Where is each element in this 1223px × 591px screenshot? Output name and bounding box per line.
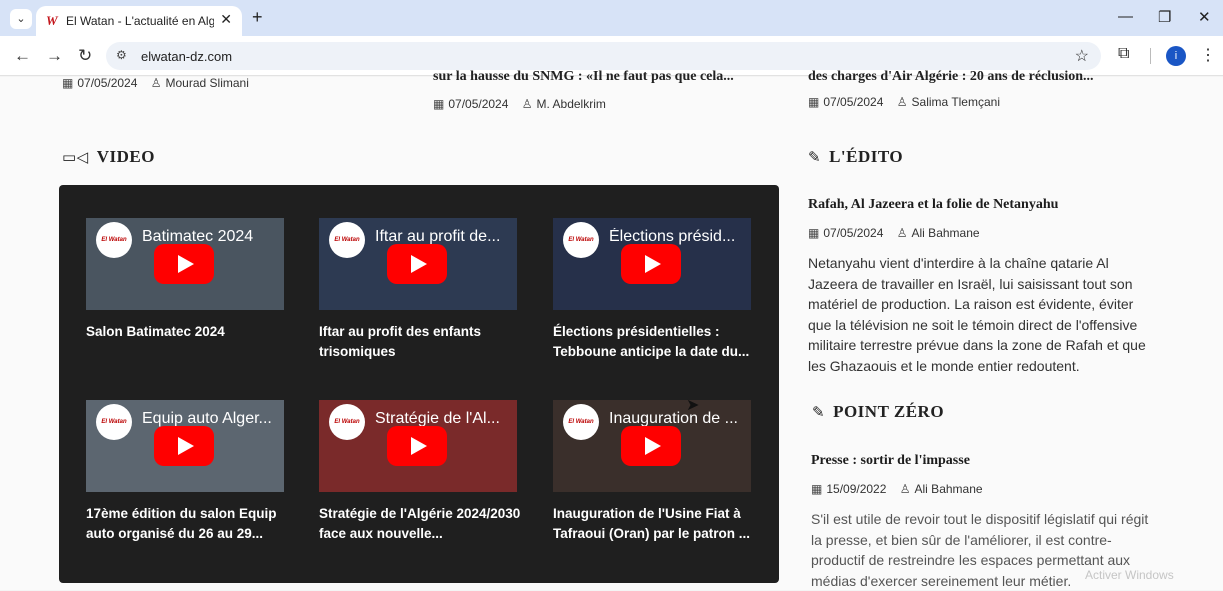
new-tab-icon[interactable]: + <box>252 7 263 28</box>
article-date: 07/05/2024 <box>823 226 884 240</box>
elwatan-logo: El Watan <box>96 222 132 258</box>
windows-activation-watermark: Activer Windows <box>1085 568 1174 582</box>
article-author[interactable]: Ali Bahmane <box>912 226 980 240</box>
calendar-icon: ▦ <box>433 97 445 111</box>
video-caption[interactable]: Salon Batimatec 2024 <box>86 322 296 342</box>
user-icon: ♙ <box>896 95 908 109</box>
video-camera-icon: ▭◁ <box>62 148 89 166</box>
video-caption[interactable]: 17ème édition du salon Equip auto organi… <box>86 504 296 544</box>
profile-avatar[interactable]: i <box>1166 46 1186 66</box>
section-title: POINT ZÉRO <box>833 402 945 421</box>
article-meta-2: ▦ 07/05/2024 ♙ M. Abdelkrim <box>433 97 606 111</box>
play-icon[interactable] <box>387 244 447 284</box>
video-section-heading: ▭◁ VIDEO <box>62 147 155 167</box>
user-icon: ♙ <box>896 226 908 240</box>
article-meta-3: ▦ 07/05/2024 ♙ Salima Tlemçani <box>808 95 1000 109</box>
article-author[interactable]: Ali Bahmane <box>915 482 983 496</box>
restore-icon[interactable]: ❐ <box>1158 8 1171 26</box>
section-title: VIDEO <box>96 147 155 166</box>
article-date: 07/05/2024 <box>77 76 138 90</box>
point-zero-section-heading: ✎ POINT ZÉRO <box>812 402 944 422</box>
elwatan-logo: El Watan <box>329 222 365 258</box>
elwatan-logo: El Watan <box>96 404 132 440</box>
video-caption[interactable]: Inauguration de l'Usine Fiat à Tafraoui … <box>553 504 763 544</box>
edit-icon: ✎ <box>812 403 826 421</box>
edito-meta: ▦ 07/05/2024 ♙ Ali Bahmane <box>808 226 980 240</box>
play-icon[interactable] <box>621 426 681 466</box>
toolbar-divider <box>1150 48 1151 64</box>
elwatan-logo: El Watan <box>563 404 599 440</box>
calendar-icon: ▦ <box>808 226 820 240</box>
address-bar[interactable]: ⚙ elwatan-dz.com ☆ <box>106 42 1101 70</box>
video-thumbnail[interactable]: El Watan Iftar au profit de... <box>319 218 517 310</box>
video-thumbnail[interactable]: El Watan Élections présid... <box>553 218 751 310</box>
edito-section-heading: ✎ L'ÉDITO <box>808 147 903 167</box>
play-icon[interactable] <box>154 244 214 284</box>
play-icon[interactable] <box>154 426 214 466</box>
video-thumbnail[interactable]: El Watan Stratégie de l'Al... <box>319 400 517 492</box>
url-text[interactable]: elwatan-dz.com <box>141 49 232 64</box>
article-author[interactable]: Mourad Slimani <box>166 76 249 90</box>
forward-icon[interactable]: → <box>46 46 63 66</box>
mouse-cursor-icon: ➤ <box>686 397 700 414</box>
elwatan-logo: El Watan <box>329 404 365 440</box>
minimize-icon[interactable]: — <box>1118 8 1133 25</box>
article-date: 15/09/2022 <box>826 482 887 496</box>
video-caption[interactable]: Élections présidentielles : Tebboune ant… <box>553 322 763 362</box>
page-content: ▦ 07/05/2024 ♙ Mourad Slimani sur la hauss… <box>0 69 1223 590</box>
elwatan-logo: El Watan <box>563 222 599 258</box>
calendar-icon: ▦ <box>808 95 820 109</box>
video-thumbnail[interactable]: El Watan Batimatec 2024 <box>86 218 284 310</box>
tab-strip: ⌄ W El Watan - L'actualité en Algérie ✕ … <box>0 0 1223 36</box>
edit-icon: ✎ <box>808 148 822 166</box>
site-settings-icon[interactable]: ⚙ <box>116 48 127 62</box>
extensions-icon[interactable]: ⧉ <box>1118 45 1129 63</box>
tab-title: El Watan - L'actualité en Algérie <box>66 14 214 28</box>
elwatan-favicon-icon: W <box>46 13 58 28</box>
close-tab-icon[interactable]: ✕ <box>220 11 232 28</box>
menu-kebab-icon[interactable]: ⋮ <box>1200 45 1216 65</box>
user-icon: ♙ <box>150 76 162 90</box>
article-meta-1: ▦ 07/05/2024 ♙ Mourad Slimani <box>62 76 249 90</box>
edito-article-title[interactable]: Rafah, Al Jazeera et la folie de Netanya… <box>808 197 1058 213</box>
article-date: 07/05/2024 <box>823 95 884 109</box>
calendar-icon: ▦ <box>811 482 823 496</box>
reload-icon[interactable]: ↻ <box>78 46 92 66</box>
article-author[interactable]: M. Abdelkrim <box>537 97 606 111</box>
user-icon: ♙ <box>899 482 911 496</box>
video-thumbnail[interactable]: El Watan Equip auto Alger... <box>86 400 284 492</box>
play-icon[interactable] <box>621 244 681 284</box>
close-window-icon[interactable]: ✕ <box>1198 8 1211 26</box>
video-caption[interactable]: Stratégie de l'Algérie 2024/2030 face au… <box>319 504 529 544</box>
tab-search-button[interactable]: ⌄ <box>10 9 32 29</box>
point-zero-article-title[interactable]: Presse : sortir de l'impasse <box>811 453 970 469</box>
video-gallery: El Watan Batimatec 2024 Salon Batimatec … <box>59 185 779 583</box>
edito-excerpt: Netanyahu vient d'interdire à la chaîne … <box>808 255 1146 374</box>
tab-elwatan[interactable]: W El Watan - L'actualité en Algérie ✕ <box>36 6 242 36</box>
article-author[interactable]: Salima Tlemçani <box>912 95 1000 109</box>
article-title-3[interactable]: des charges d'Air Algérie : 20 ans de ré… <box>808 69 1148 85</box>
user-icon: ♙ <box>521 97 533 111</box>
section-title: L'ÉDITO <box>829 147 904 166</box>
bookmark-star-icon[interactable]: ☆ <box>1075 46 1089 66</box>
video-thumbnail[interactable]: El Watan Inauguration de ... <box>553 400 751 492</box>
article-title-2[interactable]: sur la hausse du SNMG : «Il ne faut pas … <box>433 69 773 85</box>
article-date: 07/05/2024 <box>448 97 509 111</box>
play-icon[interactable] <box>387 426 447 466</box>
point-zero-meta: ▦ 15/09/2022 ♙ Ali Bahmane <box>811 482 983 496</box>
video-caption[interactable]: Iftar au profit des enfants trisomiques <box>319 322 529 362</box>
calendar-icon: ▦ <box>62 76 74 90</box>
back-icon[interactable]: ← <box>14 46 31 66</box>
